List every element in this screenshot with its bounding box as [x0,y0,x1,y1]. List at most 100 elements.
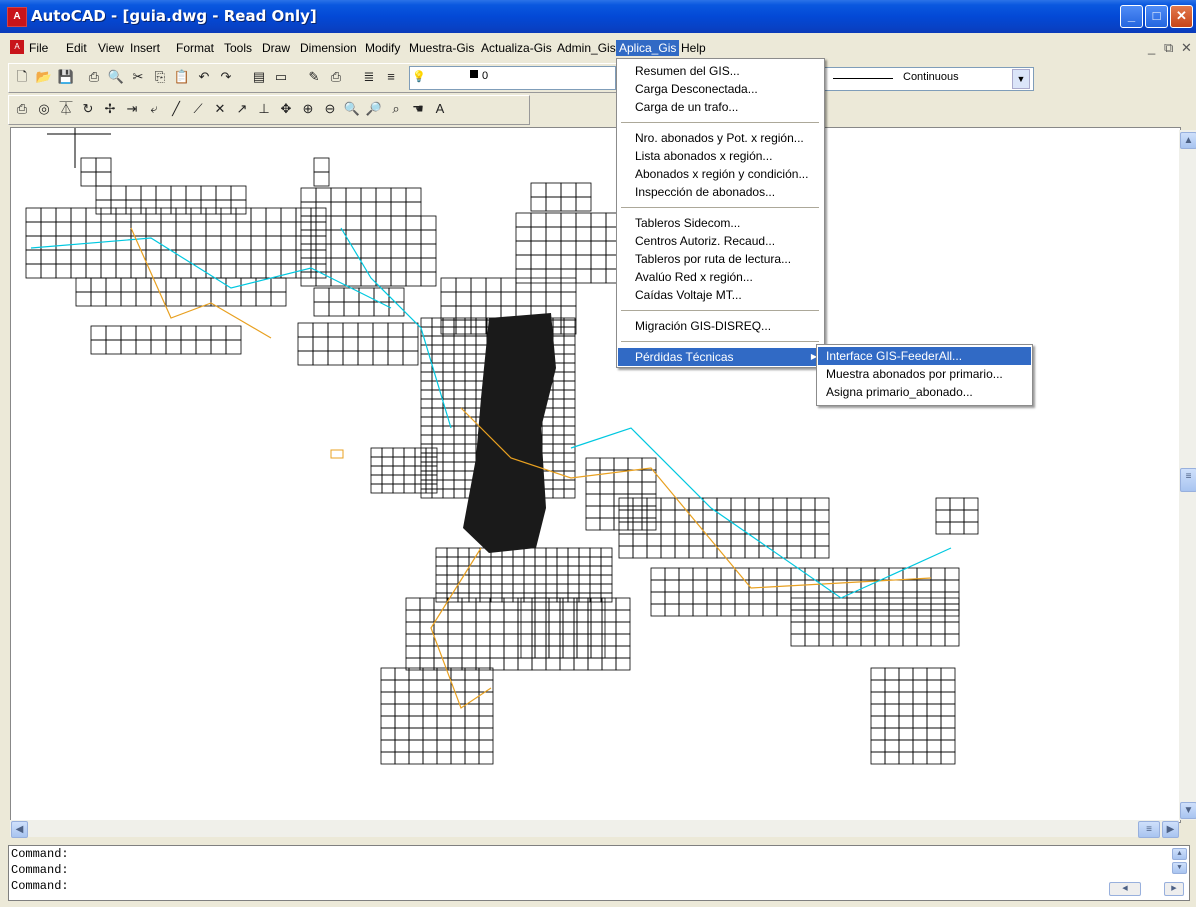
menu-edit[interactable]: Edit [63,40,90,56]
menu-muestra-gis[interactable]: Muestra-Gis [406,40,477,56]
menu-actualiza-gis[interactable]: Actualiza-Gis [478,40,555,56]
scroll-thumb[interactable]: ≡ [1180,468,1196,492]
zoom-realtime-icon[interactable]: 🔎 [364,99,384,119]
menu-item[interactable]: Resumen del GIS... [618,62,823,80]
plot-icon[interactable]: ⎙ [326,67,346,87]
menu-item[interactable]: Nro. abonados y Pot. x región... [618,129,823,147]
menu-admin-gis[interactable]: Admin_Gis [554,40,619,56]
title-bar[interactable]: A AutoCAD - [guia.dwg - Read Only] _ □ ✕ [0,0,1196,33]
menu-view[interactable]: View [95,40,127,56]
match-properties-icon[interactable]: ▭ [271,67,291,87]
polyline-icon[interactable]: ⟋ [188,99,208,119]
copy-icon[interactable]: ⎘ [150,67,170,87]
autocad-icon[interactable]: A [7,7,27,27]
standard-toolbar: 🗋 📂 💾 ⎙ 🔍 ✂ ⎘ 📋 ↶ ↷ ▤ ▭ ✎ ⎙ ≣ ≡ 💡 0 [8,63,617,93]
bulb-icon: 💡 [412,71,426,83]
cmd-scroll-left-icon[interactable]: ◀ [1109,882,1141,896]
zoom-in-icon[interactable]: ⊕ [298,99,318,119]
menu-item[interactable]: Avalúo Red x región... [618,268,823,286]
vertical-scrollbar[interactable]: ▲ ≡ ▼ [1179,130,1196,820]
paste-icon[interactable]: 📋 [172,67,192,87]
menu-aplica-gis[interactable]: Aplica_Gis [616,40,680,56]
menu-item[interactable]: Lista abonados x región... [618,147,823,165]
menu-draw[interactable]: Draw [259,40,293,56]
text-style-icon[interactable]: A [430,99,450,119]
menu-item[interactable]: Carga de un trafo... [618,98,823,116]
layer-manager-icon[interactable]: ▤ [249,67,269,87]
command-line: Command: [11,847,69,861]
menu-item[interactable]: Centros Autoriz. Recaud... [618,232,823,250]
menu-item[interactable]: Caídas Voltaje MT... [618,286,823,304]
extend-icon[interactable]: ⇥ [122,99,142,119]
scroll-left-icon[interactable]: ◀ [11,821,28,838]
zoom-out-icon[interactable]: ⊖ [320,99,340,119]
submenu-item[interactable]: Muestra abonados por primario... [818,365,1031,383]
zoom-previous-icon[interactable]: ⌕ [386,99,406,119]
pan-icon[interactable]: ✥ [276,99,296,119]
hand-icon[interactable]: ☚ [408,99,428,119]
menu-item-perdidas-tecnicas[interactable]: Pérdidas Técnicas ▶ [618,348,823,366]
command-window[interactable]: Command: Command: Command: ▲ ▼ ◀ ▶ [8,845,1190,901]
drawing-canvas[interactable] [10,127,1181,823]
redo-icon[interactable]: ↷ [216,67,236,87]
layer-combo[interactable]: 💡 0 [409,66,616,90]
horizontal-scrollbar[interactable]: ◀ ≡ ▶ [10,820,1179,838]
offset-icon[interactable]: ◎ [34,99,54,119]
minimize-button[interactable]: _ [1120,5,1143,28]
menu-separator [621,207,819,208]
cmd-scroll-up-icon[interactable]: ▲ [1172,848,1187,860]
menu-item[interactable]: Migración GIS-DISREQ... [618,317,823,335]
scroll-down-icon[interactable]: ▼ [1180,802,1196,819]
layers-icon[interactable]: ≣ [359,67,379,87]
map-tile-grid [95,185,247,215]
zoom-window-icon[interactable]: 🔍 [342,99,362,119]
menu-insert[interactable]: Insert [127,40,163,56]
plot-preview-icon[interactable]: ⎙ [12,99,32,119]
scroll-up-icon[interactable]: ▲ [1180,132,1196,149]
menu-item[interactable]: Abonados x región y condición... [618,165,823,183]
open-folder-icon[interactable]: 📂 [34,67,54,87]
break-icon[interactable]: ⤶ [144,99,164,119]
submenu-item[interactable]: Asigna primario_abonado... [818,383,1031,401]
close-button[interactable]: ✕ [1170,5,1193,28]
menu-item[interactable]: Inspección de abonados... [618,183,823,201]
cut-icon[interactable]: ✂ [128,67,148,87]
command-line: Command: [11,863,69,877]
doc-restore-button[interactable]: ⧉ [1164,40,1173,56]
new-file-icon[interactable]: 🗋 [12,67,32,87]
map-tile-grid [90,325,242,355]
ray-icon[interactable]: ↗ [232,99,252,119]
print-preview-icon[interactable]: 🔍 [106,67,126,87]
maximize-button[interactable]: □ [1145,5,1168,28]
menu-item[interactable]: Carga Desconectada... [618,80,823,98]
undo-icon[interactable]: ↶ [194,67,214,87]
menu-item[interactable]: Tableros por ruta de lectura... [618,250,823,268]
menu-help[interactable]: Help [678,40,709,56]
mirror-icon[interactable]: ⏄ [56,99,76,119]
save-icon[interactable]: 💾 [56,67,76,87]
rotate-icon[interactable]: ↻ [78,99,98,119]
doc-minimize-button[interactable]: _ [1148,40,1155,55]
print-icon[interactable]: ⎙ [84,67,104,87]
cmd-scroll-down-icon[interactable]: ▼ [1172,862,1187,874]
hscroll-thumb[interactable]: ≡ [1138,821,1160,838]
menu-tools[interactable]: Tools [221,40,255,56]
pen-icon[interactable]: ✎ [304,67,324,87]
cross-icon[interactable]: ✕ [210,99,230,119]
command-prompt[interactable]: Command: [9,878,1189,894]
trim-icon[interactable]: ✢ [100,99,120,119]
menu-file[interactable]: File [26,40,51,56]
menu-item[interactable]: Tableros Sidecom... [618,214,823,232]
chevron-down-icon[interactable]: ▼ [1012,69,1030,89]
menu-dimension[interactable]: Dimension [297,40,360,56]
scroll-right-icon[interactable]: ▶ [1162,821,1179,838]
doc-close-button[interactable]: ✕ [1181,40,1192,56]
submenu-item[interactable]: Interface GIS-FeederAll... [818,347,1031,365]
cmd-scroll-right-icon[interactable]: ▶ [1164,882,1184,896]
menu-modify[interactable]: Modify [362,40,403,56]
perpendicular-icon[interactable]: ⊥ [254,99,274,119]
layer-previous-icon[interactable]: ≡ [381,67,401,87]
linetype-combo[interactable]: Continuous ▼ [824,67,1034,91]
line-icon[interactable]: ╱ [166,99,186,119]
menu-format[interactable]: Format [173,40,217,56]
